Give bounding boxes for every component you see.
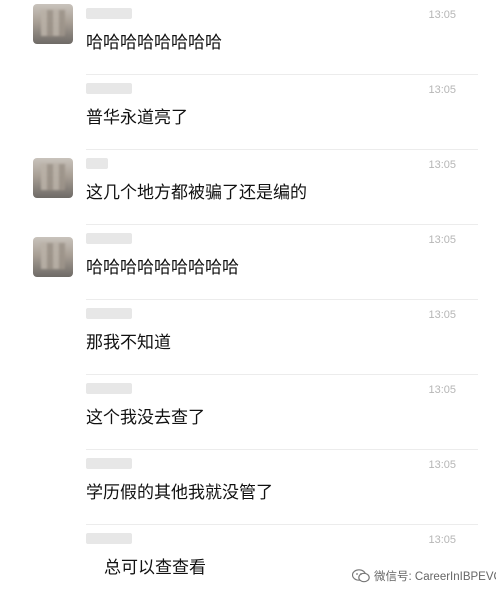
chat-message-row[interactable]: 13:05 这个我没去查了 (0, 375, 496, 450)
sender-name-redacted (86, 233, 132, 244)
message-time: 13:05 (428, 234, 456, 246)
wechat-icon (352, 569, 370, 583)
message-text: 普华永道亮了 (86, 108, 188, 128)
message-text: 这个我没去查了 (86, 408, 205, 428)
chat-message-row[interactable]: 13:05 哈哈哈哈哈哈哈哈 (0, 0, 496, 75)
message-text: 总可以查查看 (104, 558, 206, 578)
chat-message-row[interactable]: 13:05 哈哈哈哈哈哈哈哈哈 (0, 225, 496, 300)
avatar[interactable] (33, 158, 73, 198)
message-time: 13:05 (428, 384, 456, 396)
sender-name-redacted (86, 308, 132, 319)
message-text: 哈哈哈哈哈哈哈哈 (86, 33, 222, 53)
chat-message-row[interactable]: 13:05 总可以查查看 (0, 525, 496, 600)
chat-message-row[interactable]: 13:05 学历假的其他我就没管了 (0, 450, 496, 525)
sender-name-redacted (86, 533, 132, 544)
sender-name-redacted (86, 83, 132, 94)
sender-name-redacted (86, 383, 132, 394)
message-text: 学历假的其他我就没管了 (86, 483, 273, 503)
message-time: 13:05 (428, 84, 456, 96)
wechat-watermark: 微信号: CareerInIBPEVC (352, 568, 496, 584)
avatar[interactable] (33, 4, 73, 44)
chat-message-row[interactable]: 13:05 这几个地方都被骗了还是编的 (0, 150, 496, 225)
message-time: 13:05 (428, 9, 456, 21)
message-time: 13:05 (428, 459, 456, 471)
avatar[interactable] (33, 237, 73, 277)
message-time: 13:05 (428, 309, 456, 321)
watermark-text: 微信号: CareerInIBPEVC (374, 571, 496, 583)
message-text: 这几个地方都被骗了还是编的 (86, 183, 307, 203)
sender-name-redacted (86, 8, 132, 19)
sender-name-redacted (86, 458, 132, 469)
chat-message-list: 13:05 哈哈哈哈哈哈哈哈 13:05 普华永道亮了 13:05 这几个地方都… (0, 0, 496, 596)
sender-name-redacted (86, 158, 108, 169)
chat-message-row[interactable]: 13:05 那我不知道 (0, 300, 496, 375)
message-time: 13:05 (428, 534, 456, 546)
message-text: 哈哈哈哈哈哈哈哈哈 (86, 258, 239, 278)
chat-message-row[interactable]: 13:05 普华永道亮了 (0, 75, 496, 150)
message-time: 13:05 (428, 159, 456, 171)
message-text: 那我不知道 (86, 333, 171, 353)
